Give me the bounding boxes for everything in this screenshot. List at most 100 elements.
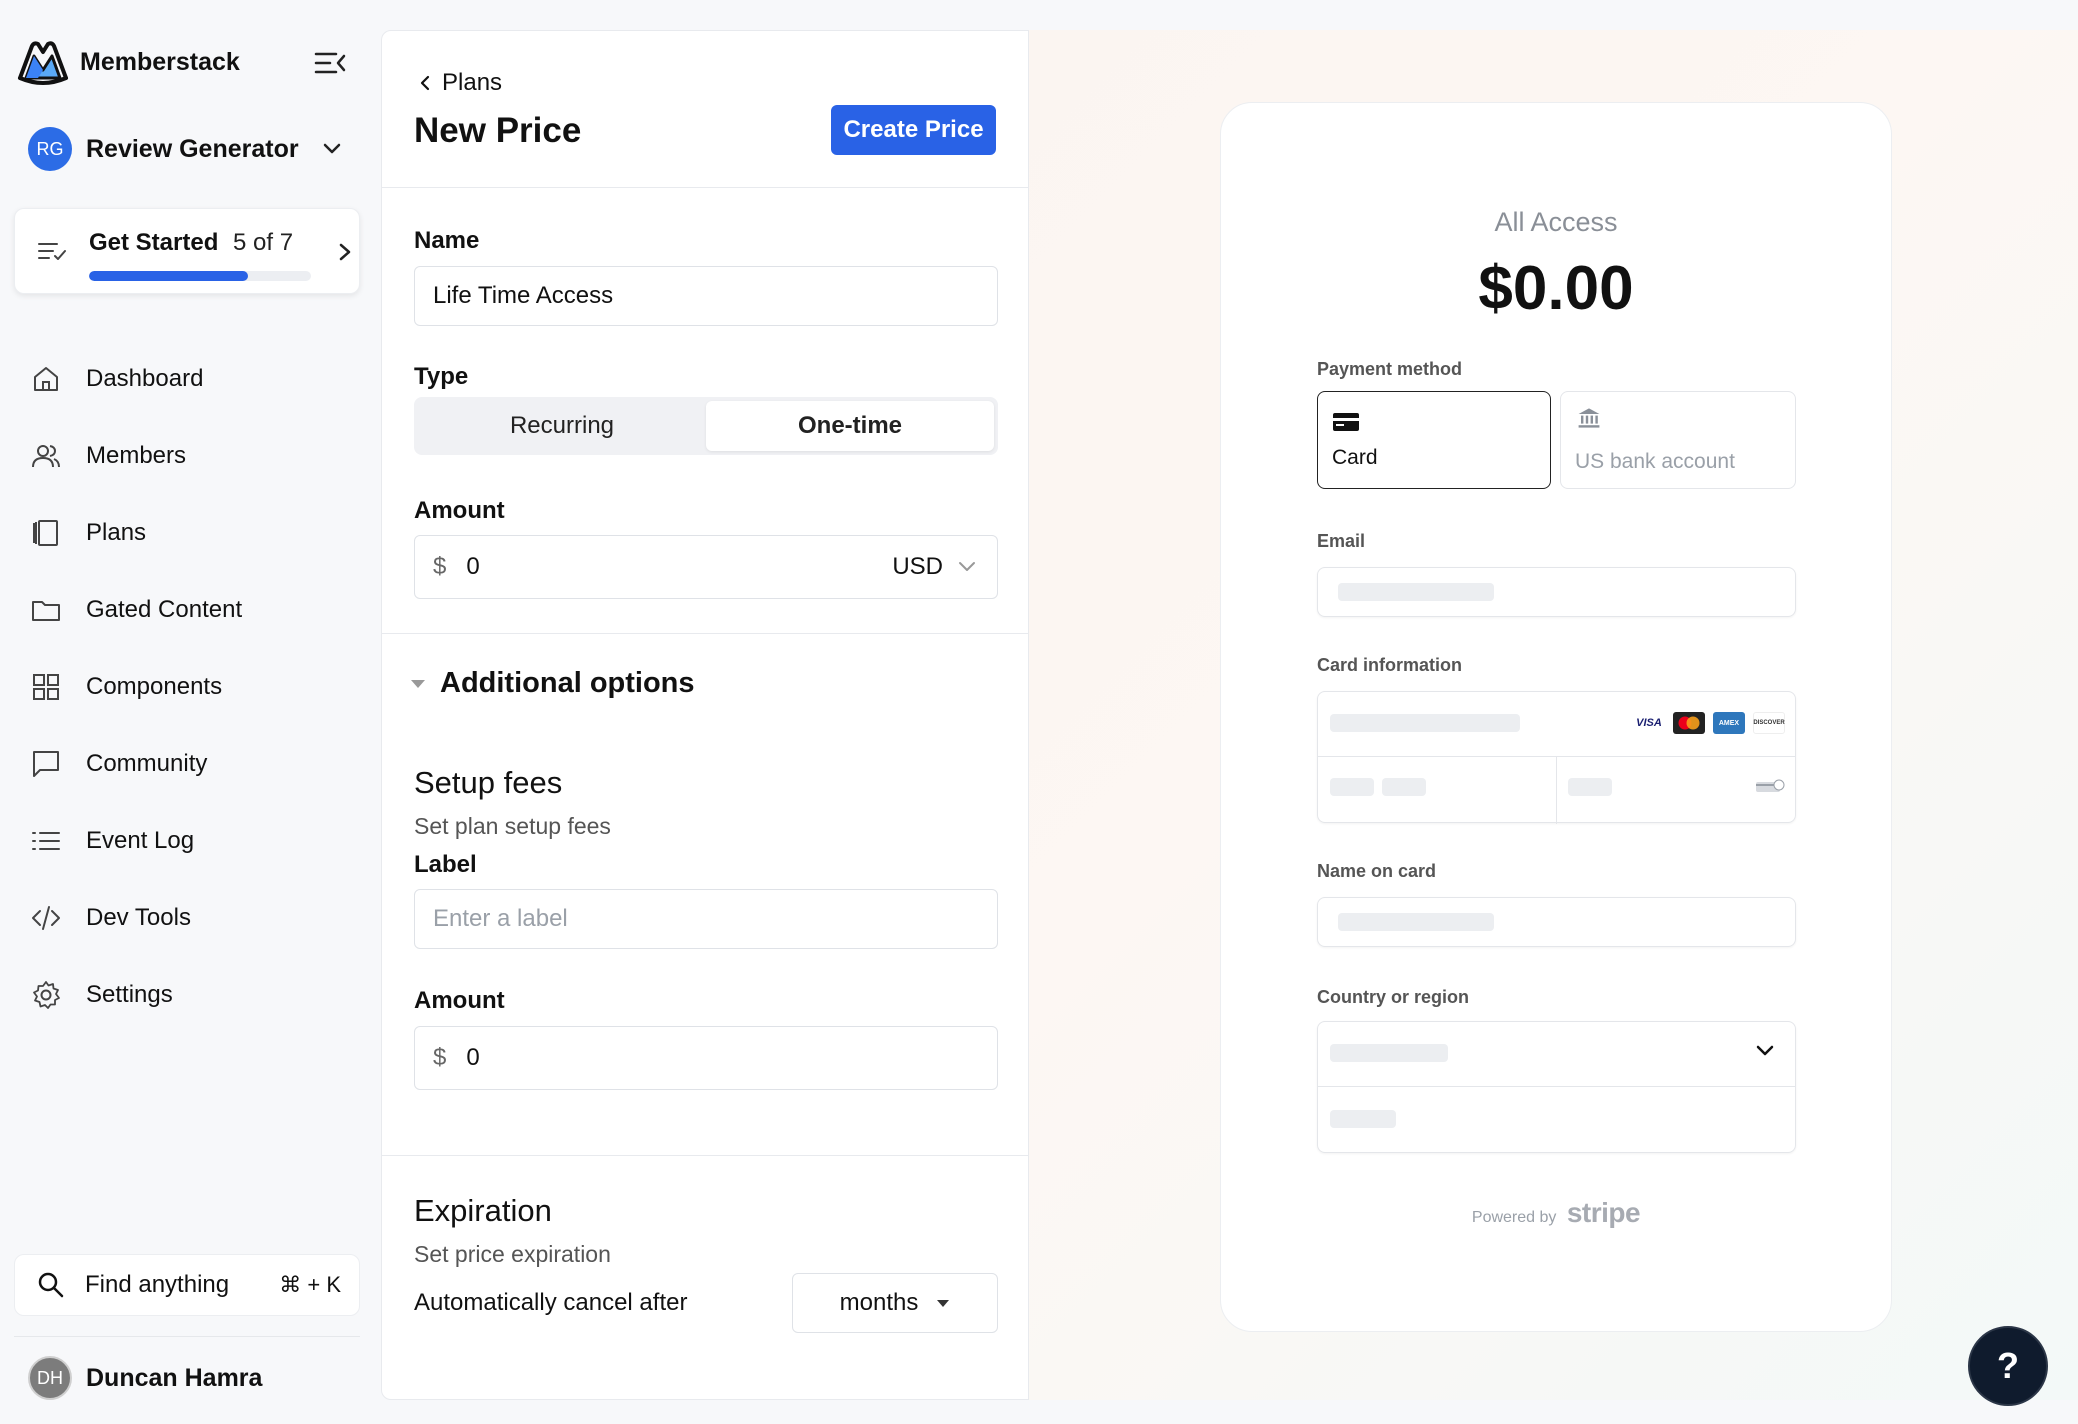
expiration-subtitle: Set price expiration (414, 1241, 611, 1267)
sidebar-item-settings[interactable]: Settings (30, 956, 360, 1033)
sidebar-item-dashboard[interactable]: Dashboard (30, 340, 360, 417)
sidebar-item-components[interactable]: Components (30, 648, 360, 725)
sidebar-item-label: Gated Content (86, 595, 243, 623)
email-label: Email (1317, 531, 1366, 551)
currency-select[interactable]: USD (892, 553, 943, 581)
setup-amount-value: 0 (466, 1044, 480, 1071)
discover-icon: DISCOVER (1753, 712, 1785, 734)
breadcrumb[interactable]: Plans (418, 69, 502, 97)
user-menu[interactable]: DH Duncan Hamra (28, 1356, 262, 1400)
chevron-right-icon (339, 243, 351, 261)
type-toggle: Recurring One-time (414, 397, 998, 455)
name-input[interactable]: Life Time Access (414, 266, 998, 326)
find-anything-label: Find anything (85, 1271, 230, 1298)
card-info-label: Card information (1317, 655, 1463, 675)
collapse-sidebar-icon[interactable] (314, 50, 346, 76)
skeleton-bar (1338, 583, 1494, 601)
users-icon (32, 444, 60, 467)
expiration-unit-select[interactable]: months (792, 1273, 998, 1333)
sidebar-item-community[interactable]: Community (30, 725, 360, 802)
country-field[interactable] (1317, 1021, 1796, 1153)
sidebar-item-gated-content[interactable]: Gated Content (30, 571, 360, 648)
sidebar-item-label: Dashboard (86, 364, 204, 392)
sidebar-divider (14, 1336, 360, 1337)
list-icon (32, 831, 60, 850)
skeleton-bar (1382, 778, 1426, 796)
additional-options-toggle[interactable]: Additional options (410, 667, 695, 700)
name-on-card-field[interactable] (1317, 897, 1796, 947)
currency-symbol: $ (433, 553, 447, 580)
get-started-title: Get Started (89, 229, 219, 256)
payment-method-card-label: Card (1332, 446, 1378, 469)
home-icon (34, 366, 58, 391)
sidebar-item-dev-tools[interactable]: Dev Tools (30, 879, 360, 956)
find-anything-button[interactable]: Find anything ⌘ + K (14, 1254, 360, 1316)
caret-down-icon (937, 1300, 950, 1307)
additional-options-label: Additional options (440, 667, 695, 699)
amount-input[interactable]: $ 0 USD (414, 535, 998, 599)
main-nav: Dashboard Members Plans Gated Content Co… (30, 340, 360, 1033)
setup-amount-input[interactable]: $ 0 (414, 1026, 998, 1090)
sidebar-item-label: Dev Tools (86, 903, 191, 931)
gear-icon (33, 980, 60, 1009)
sidebar-item-event-log[interactable]: Event Log (30, 802, 360, 879)
get-started-progress (89, 271, 311, 281)
type-recurring-button[interactable]: Recurring (418, 401, 706, 451)
name-on-card-label: Name on card (1317, 861, 1437, 881)
grid-icon (33, 673, 59, 700)
sidebar: Memberstack RG Review Generator Get Star… (0, 0, 380, 1424)
get-started-progress-fill (89, 271, 248, 281)
skeleton-bar (1330, 1044, 1448, 1062)
keyboard-shortcut: ⌘ + K (279, 1272, 341, 1297)
brand[interactable]: Memberstack (14, 38, 240, 86)
setup-label-label: Label (414, 851, 477, 878)
create-price-button[interactable]: Create Price (831, 105, 996, 155)
card-info-field[interactable]: VISA AMEX DISCOVER (1317, 691, 1796, 824)
user-name: Duncan Hamra (86, 1363, 263, 1392)
chevron-down-icon (959, 562, 975, 571)
credit-card-icon (1333, 413, 1359, 431)
setup-label-input[interactable]: Enter a label (414, 889, 998, 949)
plans-icon (33, 519, 58, 546)
header-divider (382, 187, 1028, 188)
divider (1318, 1086, 1795, 1087)
sidebar-item-plans[interactable]: Plans (30, 494, 360, 571)
sidebar-item-label: Components (86, 672, 223, 700)
checkout-card: All Access $0.00 Payment method Card US … (1220, 102, 1892, 1332)
visa-icon: VISA (1633, 712, 1665, 734)
get-started-card[interactable]: Get Started 5 of 7 (14, 208, 360, 294)
sidebar-item-label: Plans (86, 518, 147, 546)
skeleton-bar (1338, 913, 1494, 931)
preview-plan-name: All Access (1494, 207, 1618, 237)
sidebar-item-label: Community (86, 749, 208, 777)
workspace-switcher[interactable]: RG Review Generator (28, 126, 348, 172)
type-one-time-button[interactable]: One-time (706, 401, 994, 451)
setup-fees-subtitle: Set plan setup fees (414, 813, 611, 839)
payment-method-bank[interactable]: US bank account (1560, 391, 1796, 489)
cvc-icon (1756, 779, 1785, 792)
sidebar-item-label: Event Log (86, 826, 195, 854)
stripe-logo: stripe (1566, 1197, 1641, 1228)
sidebar-item-label: Members (86, 441, 187, 469)
breadcrumb-plans: Plans (442, 69, 503, 96)
payment-method-card[interactable]: Card (1317, 391, 1551, 489)
chevron-left-icon (420, 75, 430, 91)
checkout-preview: All Access $0.00 Payment method Card US … (1029, 30, 2078, 1400)
sidebar-item-members[interactable]: Members (30, 417, 360, 494)
amount-value: 0 (466, 553, 480, 580)
chat-icon (33, 750, 59, 777)
search-icon (38, 1272, 64, 1298)
mastercard-icon (1673, 712, 1705, 734)
skeleton-bar (1330, 1110, 1396, 1128)
payment-method-bank-label: US bank account (1575, 450, 1735, 473)
workspace-name: Review Generator (86, 134, 299, 163)
card-brands: VISA AMEX DISCOVER (1633, 712, 1785, 734)
chevron-down-icon (1756, 1045, 1774, 1056)
help-button[interactable]: ? (1968, 1326, 2048, 1406)
bank-icon (1578, 408, 1600, 428)
name-label: Name (414, 227, 480, 254)
sidebar-item-label: Settings (86, 980, 173, 1008)
country-label: Country or region (1317, 987, 1469, 1007)
email-field[interactable] (1317, 567, 1796, 617)
skeleton-bar (1330, 714, 1520, 732)
